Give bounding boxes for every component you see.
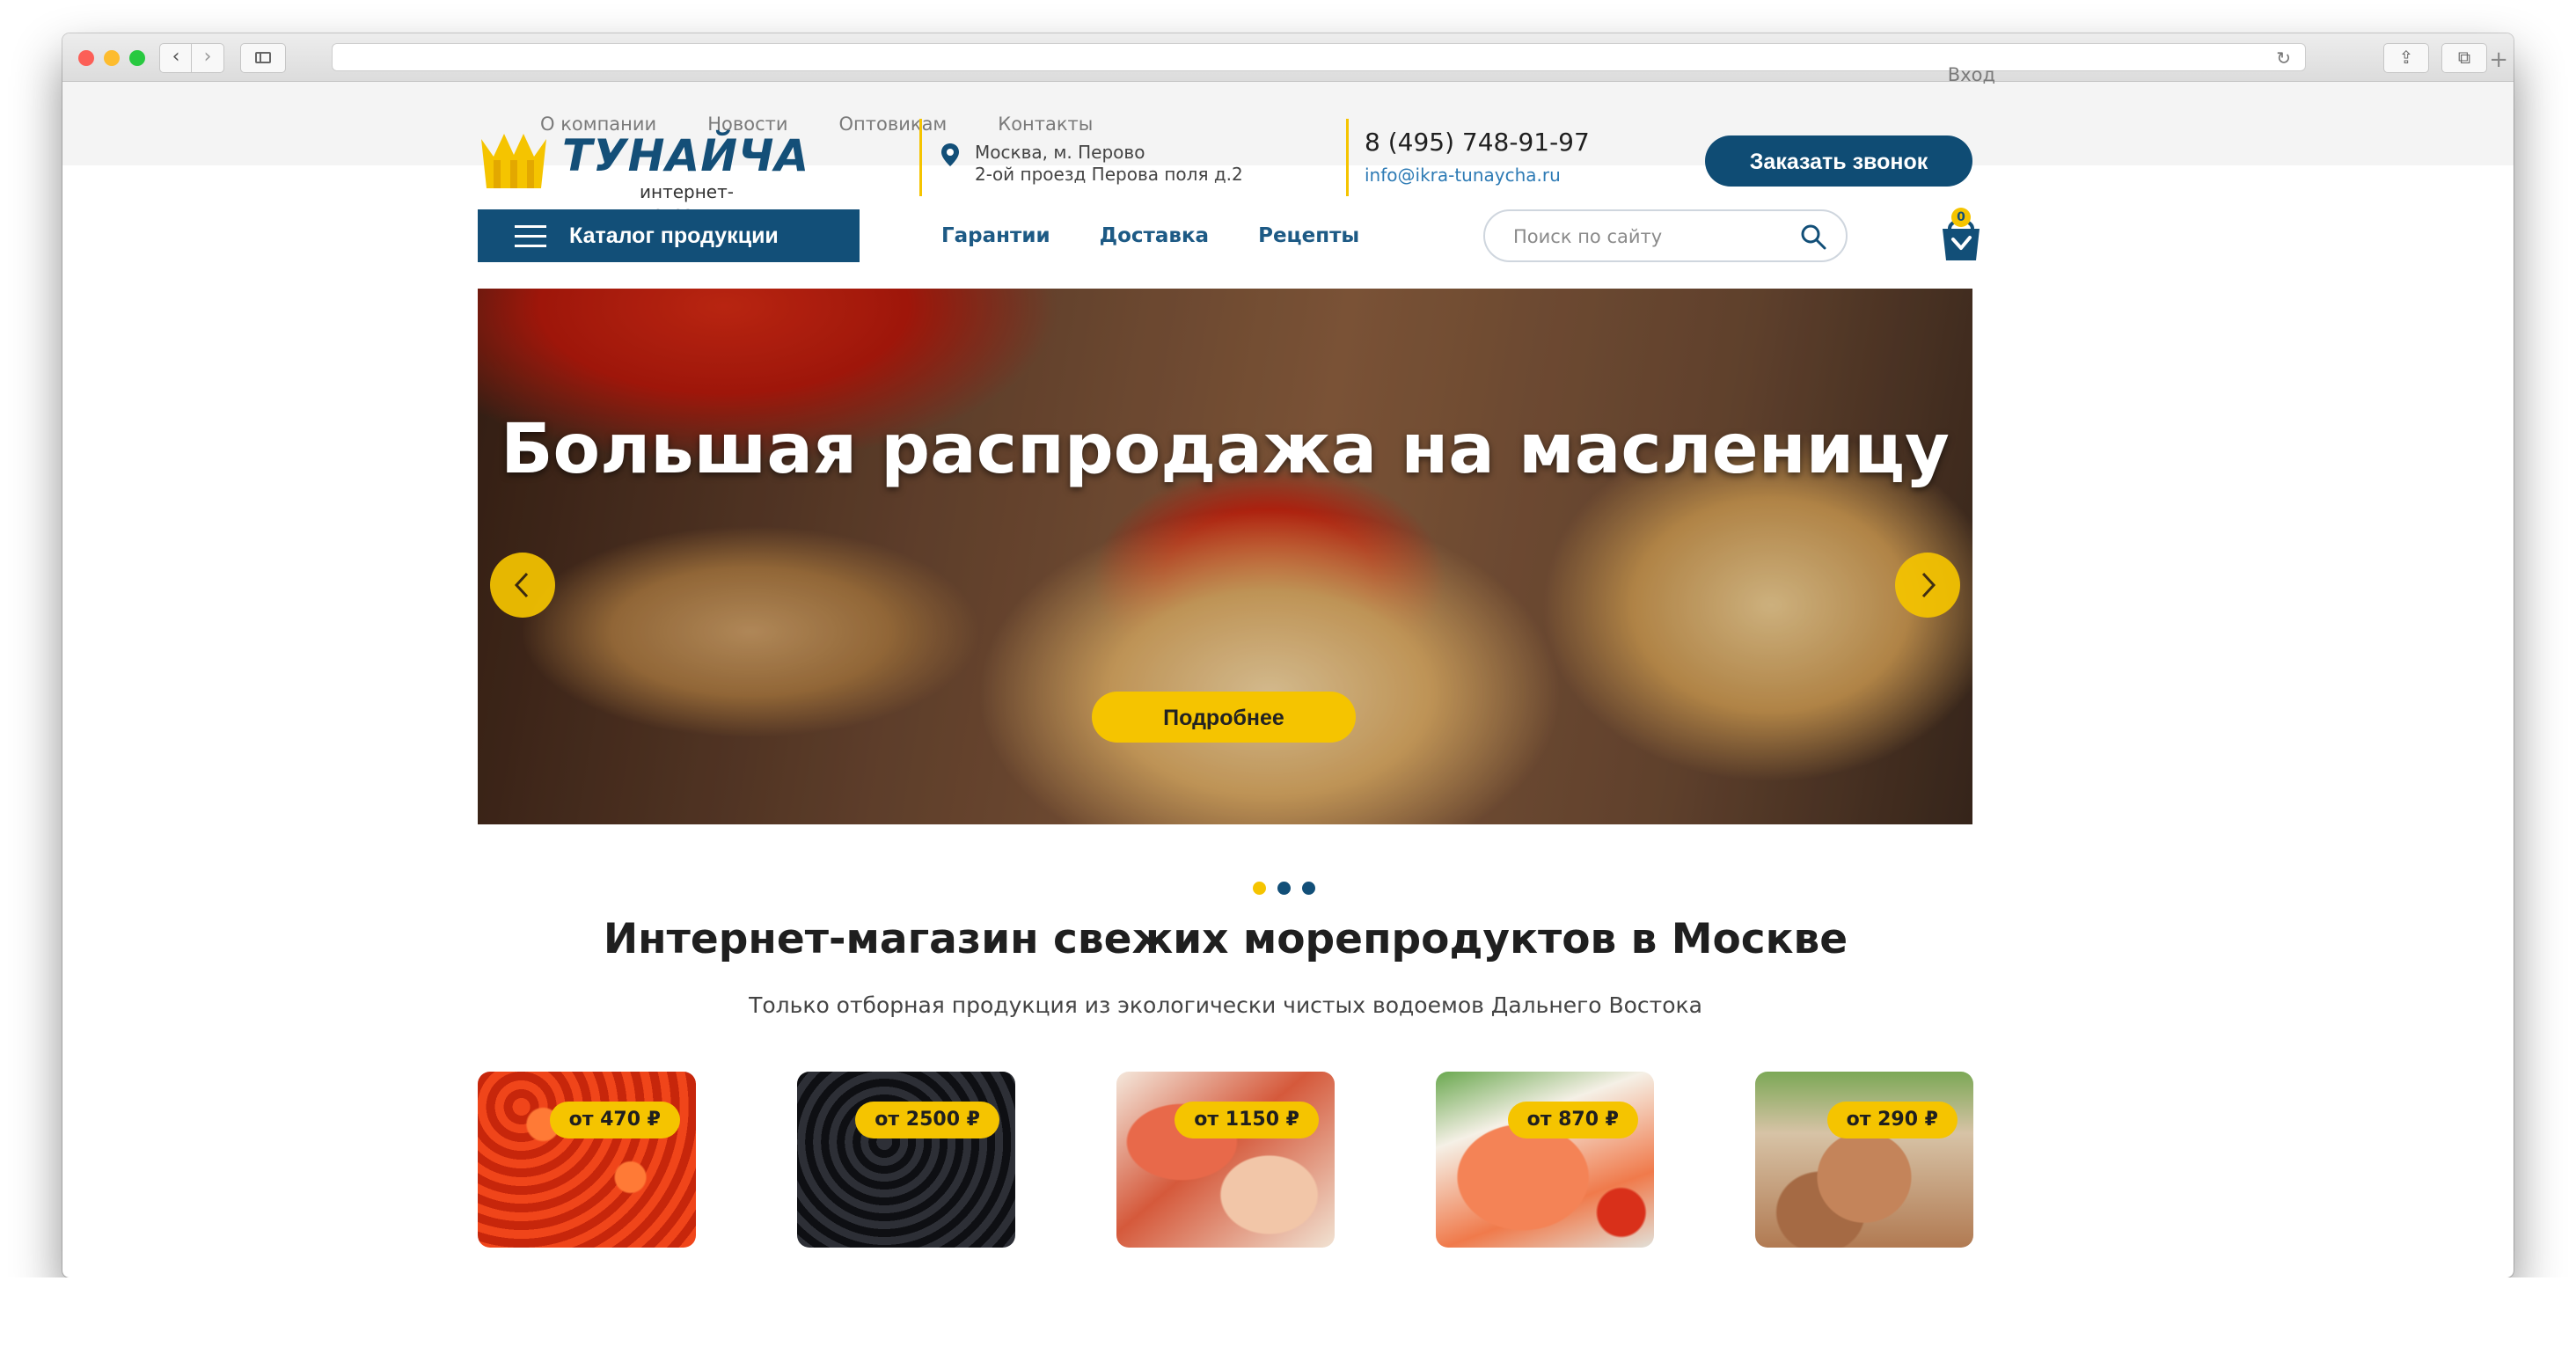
tabs-overview-icon[interactable]: ⧉ [2441,43,2487,73]
section-subtitle: Только отборная продукция из экологическ… [749,992,1702,1018]
sidebar-toggle-icon[interactable] [240,43,286,73]
minimize-window-icon[interactable] [104,50,120,66]
location-pin-icon [941,143,959,166]
phone-number[interactable]: 8 (495) 748-91-97 [1365,128,1590,157]
top-utility-bar: О компании Новости Оптовикам Контакты [62,82,2514,165]
logo[interactable]: ТУНАЙЧА интернет-магазин [478,121,809,223]
contact-block: 8 (495) 748-91-97 info@ikra-tunaycha.ru [1346,119,1590,196]
browser-toolbar: ‹ › ↻ ⇪ ⧉ + [62,33,2514,82]
top-nav-wholesale[interactable]: Оптовикам [839,113,948,135]
reload-icon[interactable]: ↻ [2276,48,2291,69]
chevron-left-icon [514,572,529,598]
price-tag: от 1150 ₽ [1175,1102,1319,1138]
back-button[interactable]: ‹ [159,43,193,73]
search-box [1483,209,1848,262]
new-tab-icon[interactable]: + [2489,48,2508,71]
forward-button[interactable]: › [191,43,224,73]
maximize-window-icon[interactable] [129,50,145,66]
catalog-button-label: Каталог продукции [569,223,779,248]
slider-pagination [1253,882,1315,895]
close-window-icon[interactable] [78,50,94,66]
section-title: Интернет-магазин свежих морепродуктов в … [603,915,1848,963]
price-tag: от 470 ₽ [549,1102,680,1138]
product-card-seafood[interactable]: от 290 ₽ [1755,1072,1973,1248]
slider-dot[interactable] [1253,882,1266,895]
login-link[interactable]: Вход [1948,33,1995,117]
hero-title: Большая распродажа на масленицу [501,410,1950,489]
slider-next-button[interactable] [1895,553,1960,618]
email-link[interactable]: info@ikra-tunaycha.ru [1365,165,1561,186]
catalog-button[interactable]: Каталог продукции [478,209,860,262]
price-tag: от 2500 ₽ [855,1102,999,1138]
nav-recipes[interactable]: Рецепты [1258,224,1359,247]
product-card-black-caviar[interactable]: от 2500 ₽ [797,1072,1015,1248]
top-nav-contacts[interactable]: Контакты [998,113,1093,135]
address-bar[interactable]: ↻ [332,43,2306,71]
search-icon[interactable] [1800,223,1826,250]
product-card-salmon[interactable]: от 870 ₽ [1436,1072,1654,1248]
slider-dot[interactable] [1302,882,1315,895]
search-input[interactable] [1511,220,1779,253]
logo-name: ТУНАЙЧА [562,130,810,181]
nav-delivery[interactable]: Доставка [1100,224,1209,247]
address-block: Москва, м. Перово 2-ой проезд Перова пол… [919,119,1243,196]
hamburger-menu-icon [515,225,546,248]
hero-banner: Большая распродажа на масленицу Подробне… [478,289,1972,824]
price-tag: от 870 ₽ [1507,1102,1638,1138]
chevron-right-icon [1921,572,1936,598]
share-icon[interactable]: ⇪ [2383,43,2429,73]
product-card-red-caviar[interactable]: от 470 ₽ [478,1072,696,1248]
hero-overlay [478,289,1972,824]
crown-logo-icon [481,134,546,188]
address-line-1: Москва, м. Перово [975,142,1145,163]
slider-prev-button[interactable] [490,553,555,618]
product-card-crab[interactable]: от 1150 ₽ [1116,1072,1335,1248]
price-tag: от 290 ₽ [1826,1102,1958,1138]
cart-count-badge: 0 [1951,208,1971,227]
order-callback-button[interactable]: Заказать звонок [1705,135,1972,187]
address-line-2: 2-ой проезд Перова поля д.2 [975,164,1243,185]
nav-guarantees[interactable]: Гарантии [941,224,1050,247]
main-nav: Гарантии Доставка Рецепты [941,209,1359,262]
slider-dot[interactable] [1277,882,1291,895]
page-bottom-margin [0,1277,2576,1369]
hero-more-button[interactable]: Подробнее [1092,692,1356,743]
